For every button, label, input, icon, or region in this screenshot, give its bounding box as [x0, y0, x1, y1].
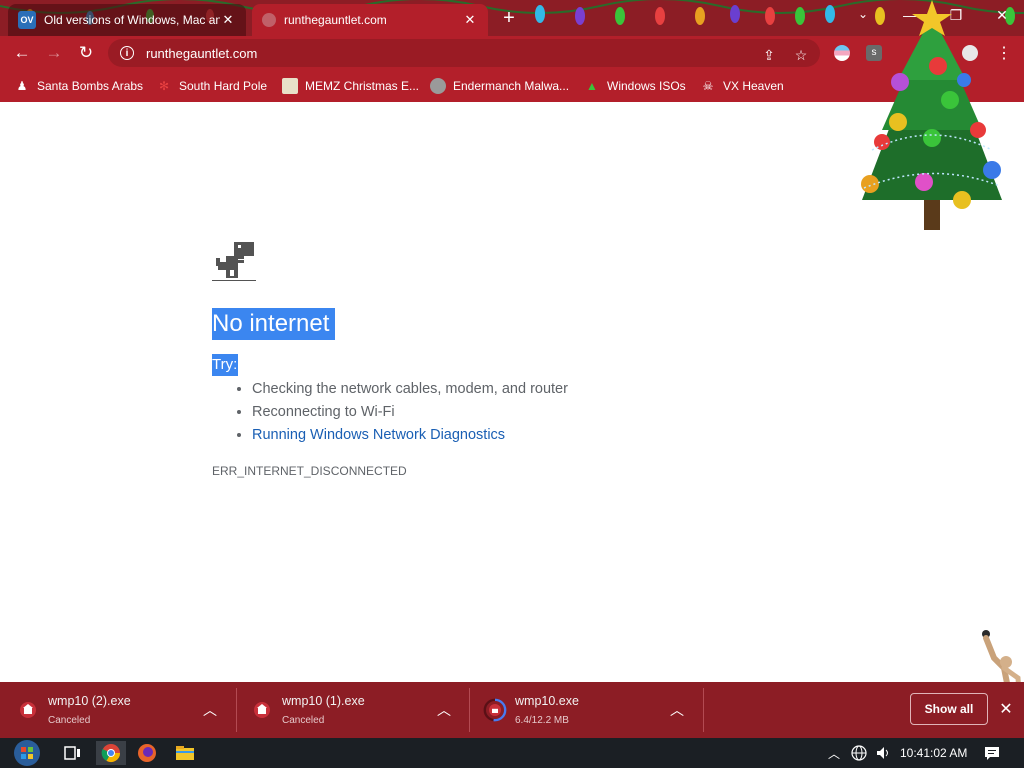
download-filename: wmp10 (1).exe: [282, 694, 365, 708]
suggestion-list: Checking the network cables, modem, and …: [212, 378, 568, 447]
snowflake-icon: ✻: [158, 79, 170, 93]
bookmark-label: Windows ISOs: [607, 79, 686, 93]
firefox-taskbar-icon[interactable]: [132, 741, 162, 765]
download-filename: wmp10.exe: [515, 694, 579, 708]
forward-button[interactable]: →: [42, 41, 66, 65]
reload-button[interactable]: ↻: [74, 41, 98, 65]
chrome-taskbar-icon[interactable]: [96, 741, 126, 765]
dino-icon: [212, 242, 256, 281]
show-hidden-icons-chevron-icon[interactable]: ︿: [826, 744, 842, 762]
bookmark-label: South Hard Pole: [179, 79, 268, 93]
santa-icon: ♟: [16, 79, 28, 93]
bookmark-star-icon[interactable]: ☆: [792, 46, 810, 64]
action-center-icon[interactable]: [982, 744, 1002, 762]
download-item[interactable]: wmp10 (2).exe Canceled ︿: [0, 682, 232, 738]
show-all-button[interactable]: Show all: [910, 693, 988, 725]
site-info-icon[interactable]: i: [120, 46, 134, 60]
bookmark-label: Endermanch Malwa...: [453, 79, 570, 93]
divider: [703, 688, 704, 732]
error-code: ERR_INTERNET_DISCONNECTED: [212, 464, 407, 478]
chevron-up-icon[interactable]: ︿: [434, 700, 454, 720]
url-text[interactable]: runthegauntlet.com: [146, 46, 257, 61]
download-item[interactable]: wmp10.exe 6.4/12.2 MB ︿: [467, 682, 699, 738]
bookmark-south-hard-pole[interactable]: ✻ South Hard Pole: [156, 76, 267, 96]
tab-old-versions[interactable]: OV Old versions of Windows, Mac an ✕: [8, 4, 246, 36]
christmas-tree-decoration: [861, 0, 1002, 230]
bookmark-vx-heaven[interactable]: ☠ VX Heaven: [700, 76, 784, 96]
bookmark-windows-isos[interactable]: ▲ Windows ISOs: [584, 76, 686, 96]
bookmark-endermanch-malware[interactable]: Endermanch Malwa...: [430, 76, 569, 96]
share-icon[interactable]: ⇪: [760, 46, 778, 64]
tab-title: runthegauntlet.com: [284, 13, 387, 27]
download-progress-ring-icon: [483, 698, 507, 722]
new-tab-button[interactable]: +: [498, 8, 520, 30]
taskbar: ︿ 10:41:02 AM: [0, 738, 1024, 768]
close-tab-icon[interactable]: ✕: [220, 12, 236, 28]
tab-runthegauntlet[interactable]: runthegauntlet.com ✕: [252, 4, 488, 36]
try-label: Try:: [212, 354, 239, 376]
error-headline: No internet: [212, 308, 336, 340]
bookmark-label: Santa Bombs Arabs: [37, 79, 144, 93]
volume-icon[interactable]: [874, 744, 892, 762]
ov-favicon-icon: OV: [18, 11, 36, 29]
globe-icon: [262, 13, 276, 27]
raccoon-icon: [430, 78, 446, 94]
file-explorer-taskbar-icon[interactable]: [170, 741, 200, 765]
bookmark-label: VX Heaven: [723, 79, 784, 93]
back-button[interactable]: ←: [10, 41, 34, 65]
chevron-up-icon[interactable]: ︿: [667, 700, 687, 720]
bookmark-memz-christmas[interactable]: MEMZ Christmas E...: [282, 76, 419, 96]
download-filename: wmp10 (2).exe: [48, 694, 131, 708]
installer-file-icon: [20, 702, 36, 718]
network-globe-icon[interactable]: [850, 744, 868, 762]
suggestion-item: Checking the network cables, modem, and …: [252, 378, 568, 401]
task-view-icon[interactable]: [58, 741, 88, 765]
skull-icon: ☠: [702, 79, 714, 93]
tree-icon: ▲: [586, 79, 598, 93]
download-status: Canceled: [282, 715, 325, 726]
download-shelf: wmp10 (2).exe Canceled ︿ wmp10 (1).exe C…: [0, 682, 1024, 738]
bookmark-label: MEMZ Christmas E...: [305, 79, 420, 93]
taskbar-clock[interactable]: 10:41:02 AM: [900, 746, 967, 760]
close-shelf-icon[interactable]: ✕: [996, 699, 1016, 719]
network-diagnostics-link[interactable]: Running Windows Network Diagnostics: [252, 427, 505, 443]
download-item[interactable]: wmp10 (1).exe Canceled ︿: [234, 682, 466, 738]
suggestion-item: Reconnecting to Wi-Fi: [252, 401, 568, 424]
download-status: Canceled: [48, 715, 91, 726]
close-tab-icon[interactable]: ✕: [462, 12, 478, 28]
image-icon: [282, 78, 298, 94]
chevron-up-icon[interactable]: ︿: [200, 700, 220, 720]
installer-file-icon: [254, 702, 270, 718]
windows-orb-icon: [14, 740, 40, 766]
start-button[interactable]: [10, 740, 44, 766]
bookmark-santa-bombs-arabs[interactable]: ♟ Santa Bombs Arabs: [14, 76, 143, 96]
tab-title: Old versions of Windows, Mac an: [44, 13, 220, 27]
download-status: 6.4/12.2 MB: [515, 715, 569, 726]
address-bar[interactable]: i runthegauntlet.com ⇪ ☆: [108, 39, 820, 67]
network-diagnostics-link-item[interactable]: Running Windows Network Diagnostics: [252, 424, 568, 447]
